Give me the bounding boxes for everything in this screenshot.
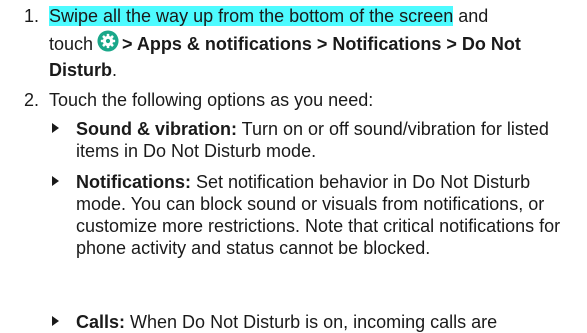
triangle-bullet-icon (52, 316, 59, 326)
step-1-and: and (453, 6, 489, 26)
document-page: 1. Swipe all the way up from the bottom … (0, 0, 587, 333)
list-item-term: Sound & vibration: (76, 119, 237, 139)
list-item-term: Notifications: (76, 172, 191, 192)
step-1-text: Swipe all the way up from the bottom of … (49, 3, 579, 29)
step-1-end: . (112, 60, 118, 80)
list-item-desc: When Do Not Disturb is on, incoming call… (125, 312, 498, 332)
step-1-touch: touch (49, 34, 94, 54)
step-1-path: > Apps & notifications > Notifications >… (49, 34, 521, 80)
step-1-highlight: Swipe all the way up from the bottom of … (49, 6, 454, 26)
step-2-text: Touch the following options as you need: (49, 90, 374, 110)
step-2-number: 2. (24, 90, 40, 110)
step-1-number: 1. (24, 6, 40, 26)
triangle-bullet-icon (52, 176, 59, 186)
list-item-term: Calls: (76, 312, 126, 332)
settings-gear-icon (97, 30, 119, 52)
triangle-bullet-icon (52, 123, 59, 133)
